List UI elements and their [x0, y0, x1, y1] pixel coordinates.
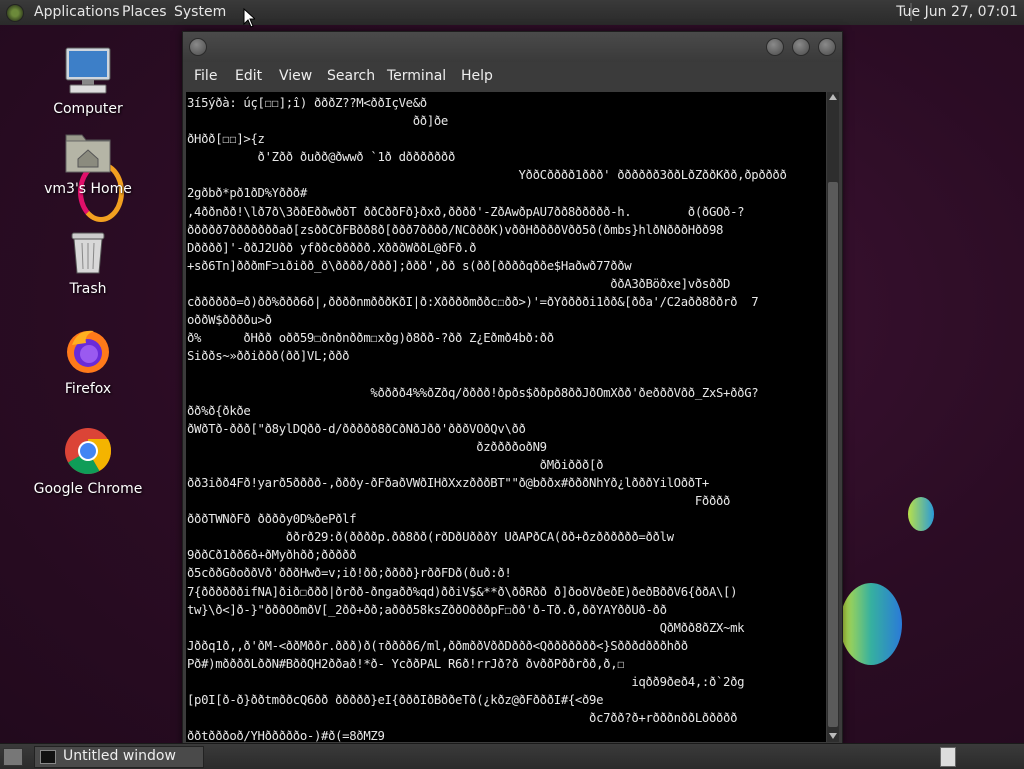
desktop-icon-computer[interactable]: Computer [33, 45, 143, 117]
menu-file[interactable]: File [194, 68, 217, 84]
clock[interactable]: Tue Jun 27, 07:01 [896, 4, 1018, 20]
desktop-icon-label: Firefox [64, 381, 112, 397]
applications-menu[interactable]: Applications [34, 4, 120, 20]
firefox-icon [62, 325, 114, 377]
terminal-output-text: 3í5ýðà: úç[☐☐];î) ðððZ??M<ððIçVe&ð ðð]ðe… [187, 96, 787, 742]
decorative-ball-small [908, 497, 934, 531]
decorative-ball-large [840, 583, 902, 665]
computer-icon [62, 45, 114, 97]
menu-view[interactable]: View [279, 68, 312, 84]
desktop-icon-label: Google Chrome [33, 481, 143, 497]
show-desktop-icon[interactable] [3, 748, 23, 766]
applications-logo-icon[interactable] [6, 4, 24, 22]
trash-icon [62, 225, 114, 277]
desktop-icon-chrome[interactable]: Google Chrome [33, 425, 143, 497]
workspace-switcher[interactable] [940, 747, 956, 767]
terminal-scrollbar[interactable] [827, 92, 839, 742]
scroll-up-icon[interactable] [829, 94, 837, 100]
home-folder-icon [62, 125, 114, 177]
desktop-icon-label: vm3's Home [44, 181, 132, 197]
desktop-icon-home[interactable]: vm3's Home [33, 125, 143, 197]
window-titlebar[interactable] [183, 32, 842, 62]
taskbar-window-button[interactable]: Untitled window [34, 746, 204, 768]
terminal-window[interactable]: File Edit View Search Terminal Help 3í5ý… [182, 31, 843, 745]
minimize-icon[interactable] [766, 38, 784, 56]
terminal-output-area[interactable]: 3í5ýðà: úç[☐☐];î) ðððZ??M<ððIçVe&ð ðð]ðe… [186, 92, 826, 742]
window-menu-icon[interactable] [189, 38, 207, 56]
menu-edit[interactable]: Edit [235, 68, 262, 84]
terminal-menubar: File Edit View Search Terminal Help [183, 64, 842, 90]
desktop-icon-trash[interactable]: Trash [33, 225, 143, 297]
chrome-icon [62, 425, 114, 477]
places-menu[interactable]: Places [122, 4, 167, 20]
scroll-down-icon[interactable] [829, 733, 837, 739]
terminal-icon [40, 750, 56, 764]
top-panel: Applications Places System Tue Jun 27, 0… [0, 0, 1024, 26]
menu-terminal[interactable]: Terminal [387, 68, 446, 84]
menu-search[interactable]: Search [327, 68, 375, 84]
bottom-panel: Untitled window [0, 743, 1024, 769]
maximize-icon[interactable] [792, 38, 810, 56]
menu-help[interactable]: Help [461, 68, 493, 84]
desktop-icon-label: Trash [69, 281, 107, 297]
desktop-icon-firefox[interactable]: Firefox [33, 325, 143, 397]
mouse-pointer-icon [243, 8, 255, 28]
system-menu[interactable]: System [174, 4, 226, 20]
desktop-icon-label: Computer [53, 101, 123, 117]
taskbar-window-label: Untitled window [63, 748, 176, 764]
scrollbar-thumb[interactable] [828, 182, 838, 727]
close-icon[interactable] [818, 38, 836, 56]
